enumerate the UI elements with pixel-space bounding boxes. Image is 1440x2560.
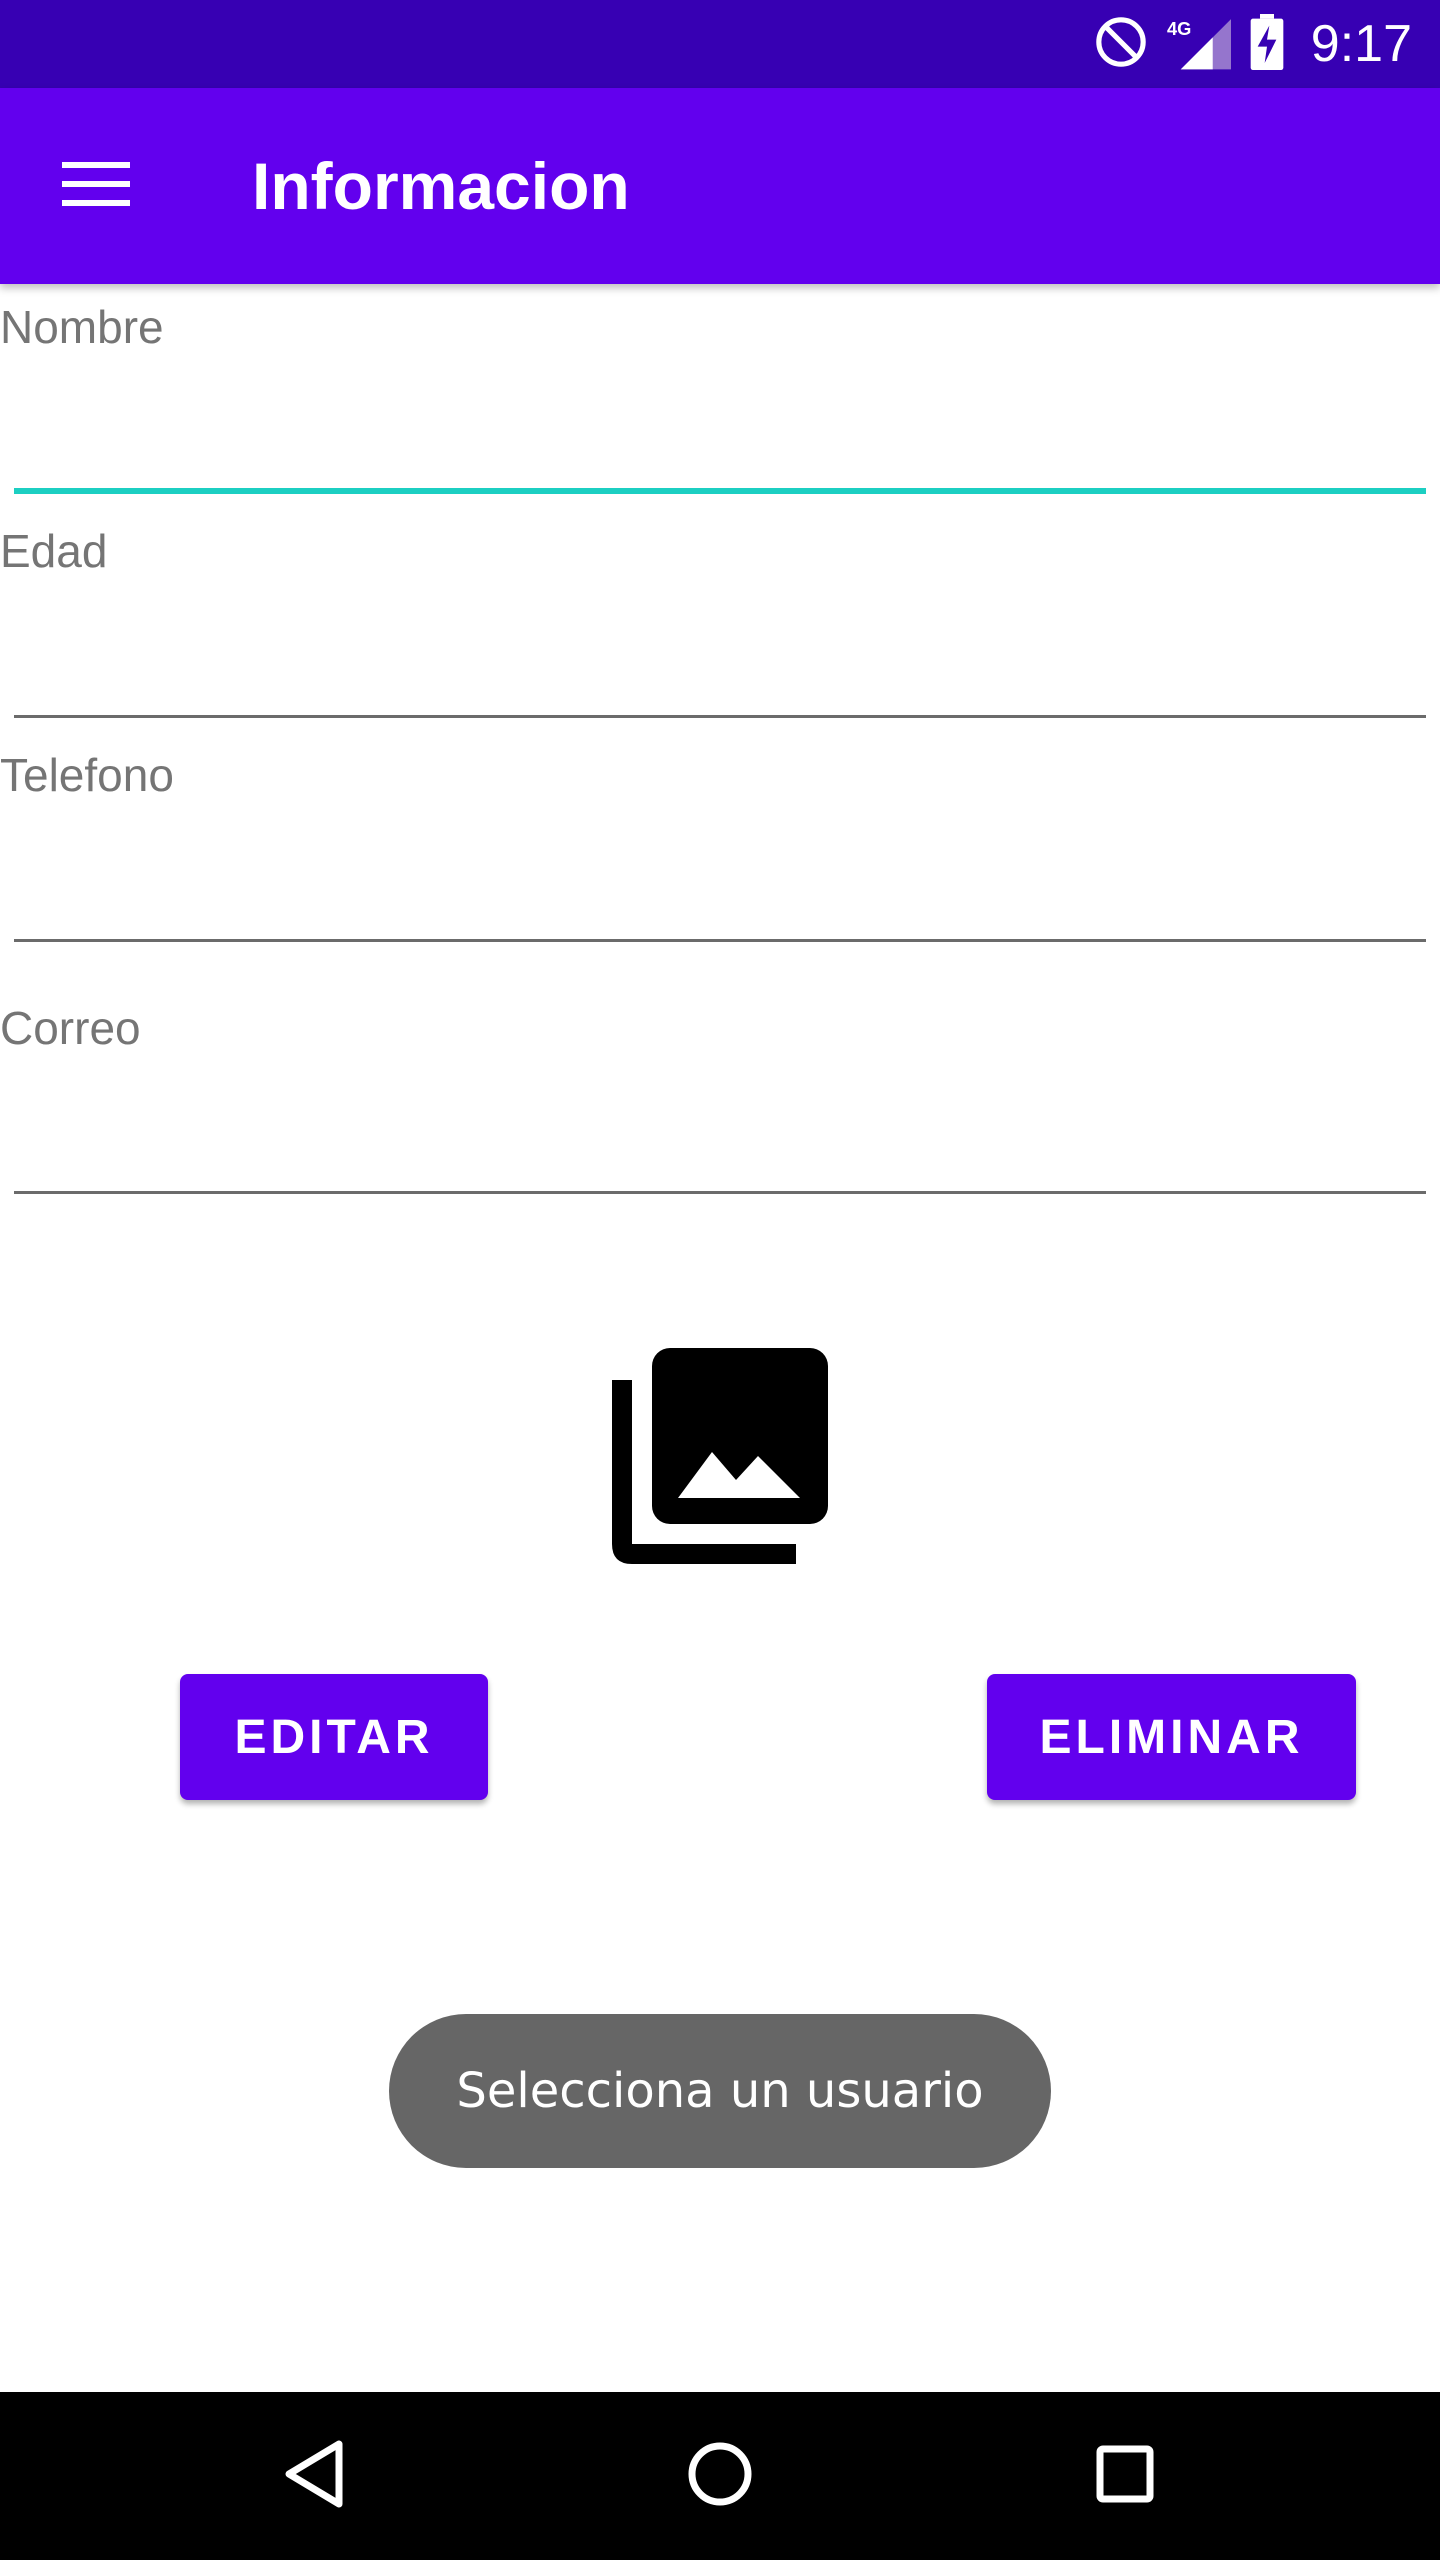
edit-button[interactable]: EDITAR [180, 1674, 488, 1800]
app-bar: Informacion [0, 88, 1440, 284]
back-icon [283, 2438, 347, 2515]
nombre-field[interactable] [14, 398, 1426, 494]
menu-button[interactable] [40, 130, 152, 242]
edad-field[interactable] [14, 622, 1426, 718]
photo-library-icon[interactable] [612, 1348, 828, 1564]
recent-apps-icon [1096, 2445, 1154, 2508]
signal-icon: 4G [1167, 14, 1231, 75]
status-bar: 4G 9:17 [0, 0, 1440, 88]
battery-charging-icon [1249, 13, 1285, 75]
edad-label: Edad [0, 525, 108, 577]
home-icon [687, 2441, 753, 2512]
correo-field[interactable] [14, 1098, 1426, 1194]
nombre-label: Nombre [0, 301, 164, 353]
menu-icon [62, 158, 130, 215]
telefono-label: Telefono [0, 749, 174, 801]
navigation-bar [0, 2392, 1440, 2560]
toast-message: Selecciona un usuario [389, 2014, 1051, 2168]
nav-back-button[interactable] [255, 2416, 375, 2536]
status-icons: 4G 9:17 [1093, 0, 1412, 88]
page-title: Informacion [252, 149, 630, 223]
delete-button[interactable]: ELIMINAR [987, 1674, 1356, 1800]
telefono-field[interactable] [14, 846, 1426, 942]
nav-home-button[interactable] [660, 2416, 780, 2536]
nav-recent-apps-button[interactable] [1065, 2416, 1185, 2536]
network-type-label: 4G [1167, 18, 1191, 39]
do-not-disturb-icon [1093, 14, 1149, 75]
status-time: 9:17 [1310, 15, 1412, 73]
correo-label: Correo [0, 1002, 141, 1054]
